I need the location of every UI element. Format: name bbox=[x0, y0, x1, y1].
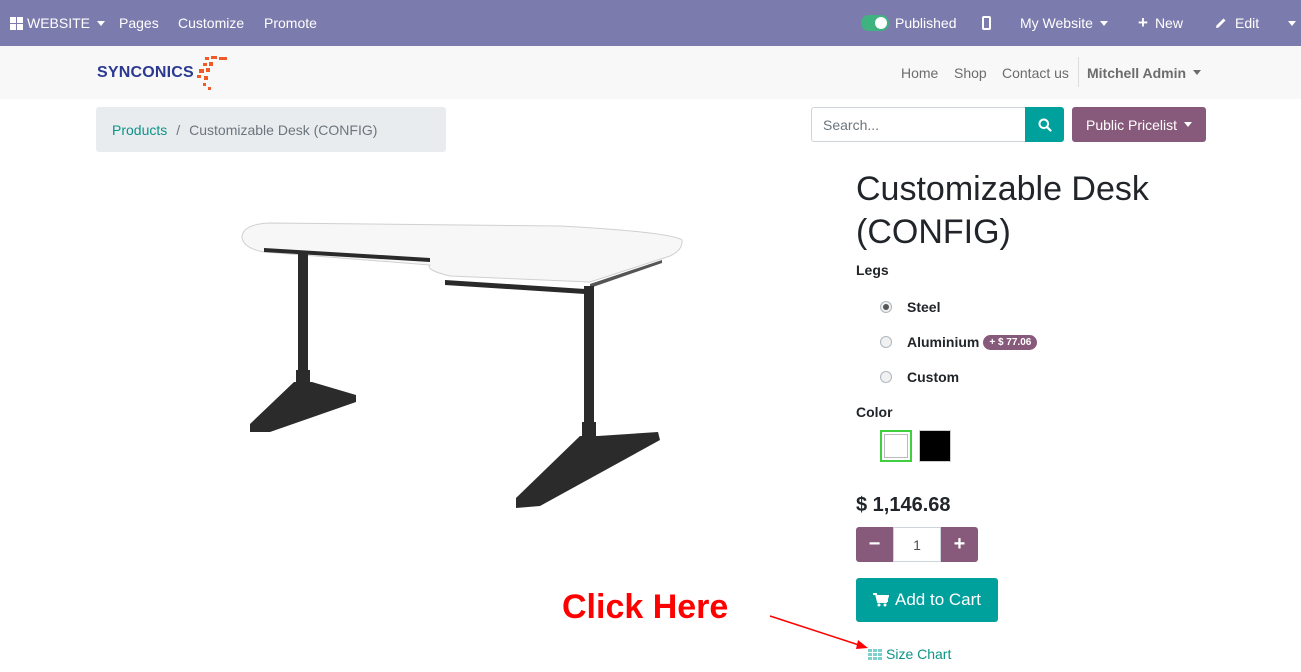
color-label: Color bbox=[856, 404, 893, 420]
company-logo[interactable]: SYNCONICS bbox=[97, 62, 194, 84]
radio-unchecked-icon[interactable] bbox=[880, 336, 892, 348]
pages-menu[interactable]: Pages bbox=[119, 0, 159, 46]
pencil-icon bbox=[1216, 18, 1226, 28]
pricelist-label: Public Pricelist bbox=[1085, 116, 1178, 133]
customize-menu[interactable]: Customize bbox=[178, 0, 244, 46]
add-to-cart-label: Add to Cart bbox=[895, 590, 981, 609]
size-chart-label: Size Chart bbox=[886, 646, 952, 662]
website-menu-label: WEBSITE bbox=[27, 15, 91, 31]
chevron-down-icon bbox=[1193, 70, 1202, 75]
nav-shop[interactable]: Shop bbox=[954, 46, 987, 99]
breadcrumb-products-link[interactable]: Products bbox=[112, 122, 167, 138]
price-extra-badge: + $ 77.06 bbox=[983, 334, 1038, 350]
legs-option-label: Steel bbox=[907, 299, 941, 315]
logo-text: SYNCONICS bbox=[97, 64, 194, 81]
product-price: $ 1,146.68 bbox=[856, 494, 951, 516]
publish-toggle[interactable]: Published bbox=[861, 0, 957, 46]
edit-label: Edit bbox=[1235, 15, 1260, 31]
user-name: Mitchell Admin bbox=[1087, 64, 1187, 81]
color-swatch-black[interactable] bbox=[919, 430, 951, 462]
product-image[interactable] bbox=[230, 210, 700, 530]
product-title: Customizable Desk (CONFIG) bbox=[856, 170, 1149, 251]
legs-option-steel[interactable]: Steel bbox=[880, 297, 940, 317]
new-label: New bbox=[1154, 15, 1183, 31]
radio-checked-icon[interactable] bbox=[880, 301, 892, 313]
table-icon bbox=[868, 648, 882, 660]
logo-mark-icon bbox=[195, 55, 227, 91]
chevron-down-icon bbox=[1184, 122, 1193, 127]
legs-option-custom[interactable]: Custom bbox=[880, 367, 959, 387]
search-input[interactable] bbox=[811, 107, 1026, 142]
size-chart-link[interactable]: Size Chart bbox=[868, 646, 951, 662]
apps-grid-icon bbox=[10, 16, 23, 30]
search-button[interactable] bbox=[1025, 107, 1064, 142]
quantity-increase-button[interactable]: + bbox=[941, 527, 978, 562]
edit-button[interactable]: Edit bbox=[1215, 0, 1259, 46]
color-swatch-white[interactable] bbox=[880, 430, 912, 462]
plus-icon: + bbox=[953, 533, 966, 555]
legs-option-label: Custom bbox=[907, 369, 960, 385]
user-menu[interactable]: Mitchell Admin bbox=[1087, 46, 1202, 99]
nav-home[interactable]: Home bbox=[901, 46, 938, 99]
breadcrumb: Products / Customizable Desk (CONFIG) bbox=[96, 107, 446, 152]
chevron-down-icon bbox=[1099, 20, 1108, 26]
legs-label: Legs bbox=[856, 262, 889, 278]
published-label: Published bbox=[895, 15, 957, 31]
toggle-switch-icon bbox=[861, 15, 889, 31]
legs-option-label: Aluminium bbox=[907, 334, 980, 350]
mobile-phone-icon bbox=[982, 16, 991, 30]
annotation-arrow-icon bbox=[769, 615, 868, 649]
breadcrumb-separator: / bbox=[176, 121, 181, 138]
my-website-label: My Website bbox=[1020, 15, 1093, 31]
promote-menu[interactable]: Promote bbox=[264, 0, 317, 46]
radio-unchecked-icon[interactable] bbox=[880, 371, 892, 383]
nav-divider bbox=[1078, 57, 1079, 87]
chevron-down-icon bbox=[97, 20, 106, 26]
shopping-cart-icon bbox=[873, 593, 889, 607]
nav-contact[interactable]: Contact us bbox=[1002, 46, 1069, 99]
more-dropdown[interactable] bbox=[1281, 0, 1296, 46]
click-here-annotation: Click Here bbox=[562, 588, 729, 626]
plus-icon: + bbox=[1138, 13, 1148, 32]
admin-bar: WEBSITE Pages Customize Promote Publishe… bbox=[0, 0, 1301, 46]
my-website-menu[interactable]: My Website bbox=[1020, 0, 1108, 46]
breadcrumb-current: Customizable Desk (CONFIG) bbox=[189, 121, 378, 138]
new-button[interactable]: + New bbox=[1138, 0, 1183, 46]
quantity-input[interactable] bbox=[893, 527, 941, 562]
chevron-down-icon bbox=[1288, 20, 1296, 26]
minus-icon: − bbox=[868, 533, 881, 555]
legs-option-aluminium[interactable]: Aluminium + $ 77.06 bbox=[880, 332, 1038, 352]
website-menu[interactable]: WEBSITE bbox=[10, 0, 106, 46]
mobile-preview-button[interactable] bbox=[982, 0, 991, 46]
quantity-decrease-button[interactable]: − bbox=[856, 527, 893, 562]
pricelist-dropdown[interactable]: Public Pricelist bbox=[1072, 107, 1206, 142]
search-icon bbox=[1038, 118, 1052, 132]
